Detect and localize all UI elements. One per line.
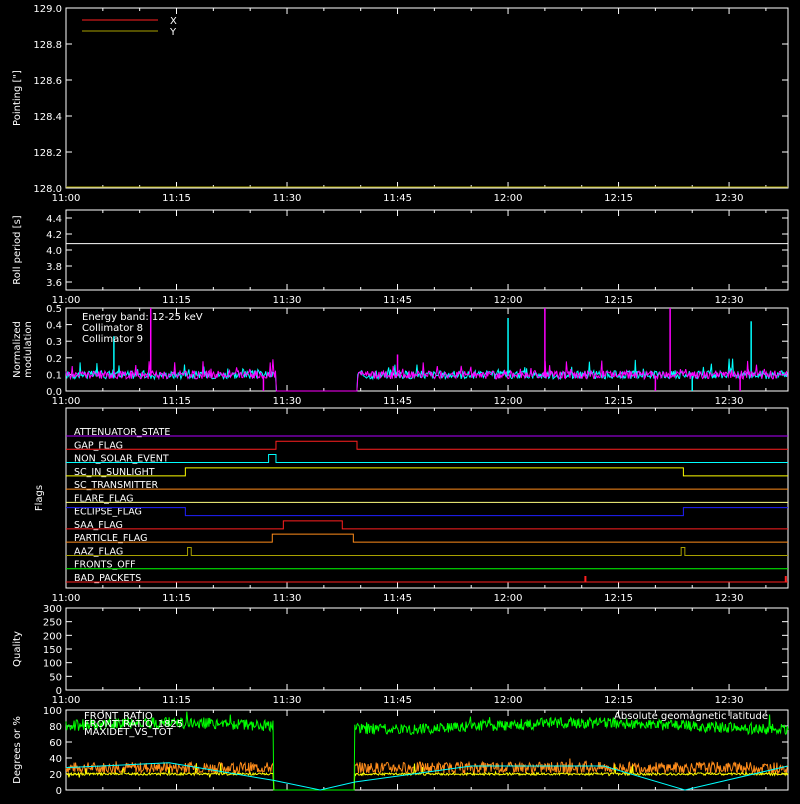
time-tick-label: 11:30 [273,295,302,306]
orbit-summary-figure: 128.0 128.2 128.4 128.6 128.8 129.0 Pointing [… [0,0,800,800]
modulation-ytick-label: 0.5 [46,304,62,315]
ratio-legend-entry: MAXIDET_VS_TOT [84,727,174,738]
time-tick-label: 12:30 [715,193,744,204]
ratios-ylabel: Degrees or % [12,716,23,784]
legend-label-x: X [170,16,177,27]
time-tick-label: 12:15 [604,695,633,706]
pointing-ytick-label: 128.4 [33,112,62,123]
roll-ytick-label: 4.2 [46,230,62,241]
quality-ytick-label: 200 [43,631,62,642]
ratios-ytick-label: 0 [56,786,62,797]
roll-ytick-label: 4.4 [46,214,62,225]
time-tick-label: 11:30 [273,396,302,407]
time-tick-label: 12:15 [604,193,633,204]
time-tick-label: 11:30 [273,593,302,604]
time-tick-label: 11:45 [383,695,412,706]
flags-ylabel: Flags [34,485,45,511]
roll-ytick-label: 3.6 [46,278,62,289]
time-tick-label: 12:00 [494,396,523,407]
quality-ytick-label: 250 [43,618,62,629]
time-tick-label: 12:00 [494,295,523,306]
quality-ytick-label: 100 [43,659,62,670]
time-tick-label: 11:15 [162,396,191,407]
time-tick-label: 11:45 [383,396,412,407]
roll-ytick-label: 4.0 [46,246,62,257]
time-tick-label: 11:15 [162,193,191,204]
quality-ylabel: Quality [12,631,23,667]
modulation-ylabel: modulation [23,321,34,378]
ratios-ytick-label: 60 [49,738,62,749]
time-tick-label: 12:00 [494,695,523,706]
roll-ytick-label: 3.8 [46,262,62,273]
modulation-ytick-label: 0.1 [46,370,62,381]
modulation-legend-title: Energy band: 12-25 keV [82,312,203,323]
time-tick-label: 11:45 [383,193,412,204]
pointing-ytick-label: 128.8 [33,40,62,51]
time-tick-label: 11:00 [52,695,81,706]
time-tick-label: 11:30 [273,193,302,204]
time-tick-label: 11:45 [383,295,412,306]
time-tick-label: 11:00 [52,593,81,604]
modulation-legend-entry: Collimator 8 [82,323,143,334]
time-tick-label: 12:00 [494,193,523,204]
time-tick-label: 12:15 [604,295,633,306]
legend-label-y: Y [169,27,177,38]
ratios-ytick-label: 100 [43,706,62,717]
modulation-ytick-label: 0.2 [46,354,62,365]
modulation-ytick-label: 0.4 [46,321,62,332]
ratios-ytick-label: 40 [49,754,62,765]
time-tick-label: 11:00 [52,193,81,204]
time-tick-label: 11:15 [162,695,191,706]
time-tick-label: 12:30 [715,295,744,306]
modulation-legend-entry: Collimator 9 [82,334,143,345]
time-tick-label: 11:15 [162,295,191,306]
pointing-ytick-label: 129.0 [33,4,62,15]
ratios-ytick-label: 20 [49,770,62,781]
time-tick-label: 11:30 [273,695,302,706]
time-tick-label: 11:00 [52,396,81,407]
modulation-ytick-label: 0.3 [46,337,62,348]
ratios-ytick-label: 80 [49,722,62,733]
time-tick-label: 11:15 [162,593,191,604]
pointing-ytick-label: 128.6 [33,76,62,87]
time-tick-label: 11:45 [383,593,412,604]
orbit-summary-chart: 128.0128.2128.4128.6128.8129.0Pointing [… [0,0,800,800]
modulation-ylabel: Normalized [12,321,23,378]
time-tick-label: 12:30 [715,593,744,604]
time-tick-label: 12:30 [715,396,744,407]
time-tick-label: 12:15 [604,396,633,407]
quality-ytick-label: 150 [43,645,62,656]
quality-ytick-label: 50 [49,672,62,683]
time-tick-label: 12:15 [604,593,633,604]
geomagnetic-legend: Absolute geomagnetic latitude [614,711,768,722]
time-tick-label: 12:00 [494,593,523,604]
roll-ylabel: Roll period [s] [12,215,23,284]
pointing-ylabel: Pointing ["] [12,70,23,126]
time-tick-label: 12:30 [715,695,744,706]
pointing-ytick-label: 128.2 [33,148,62,159]
quality-ytick-label: 300 [43,604,62,615]
flag-label: ECLIPSE_FLAG [74,507,142,518]
